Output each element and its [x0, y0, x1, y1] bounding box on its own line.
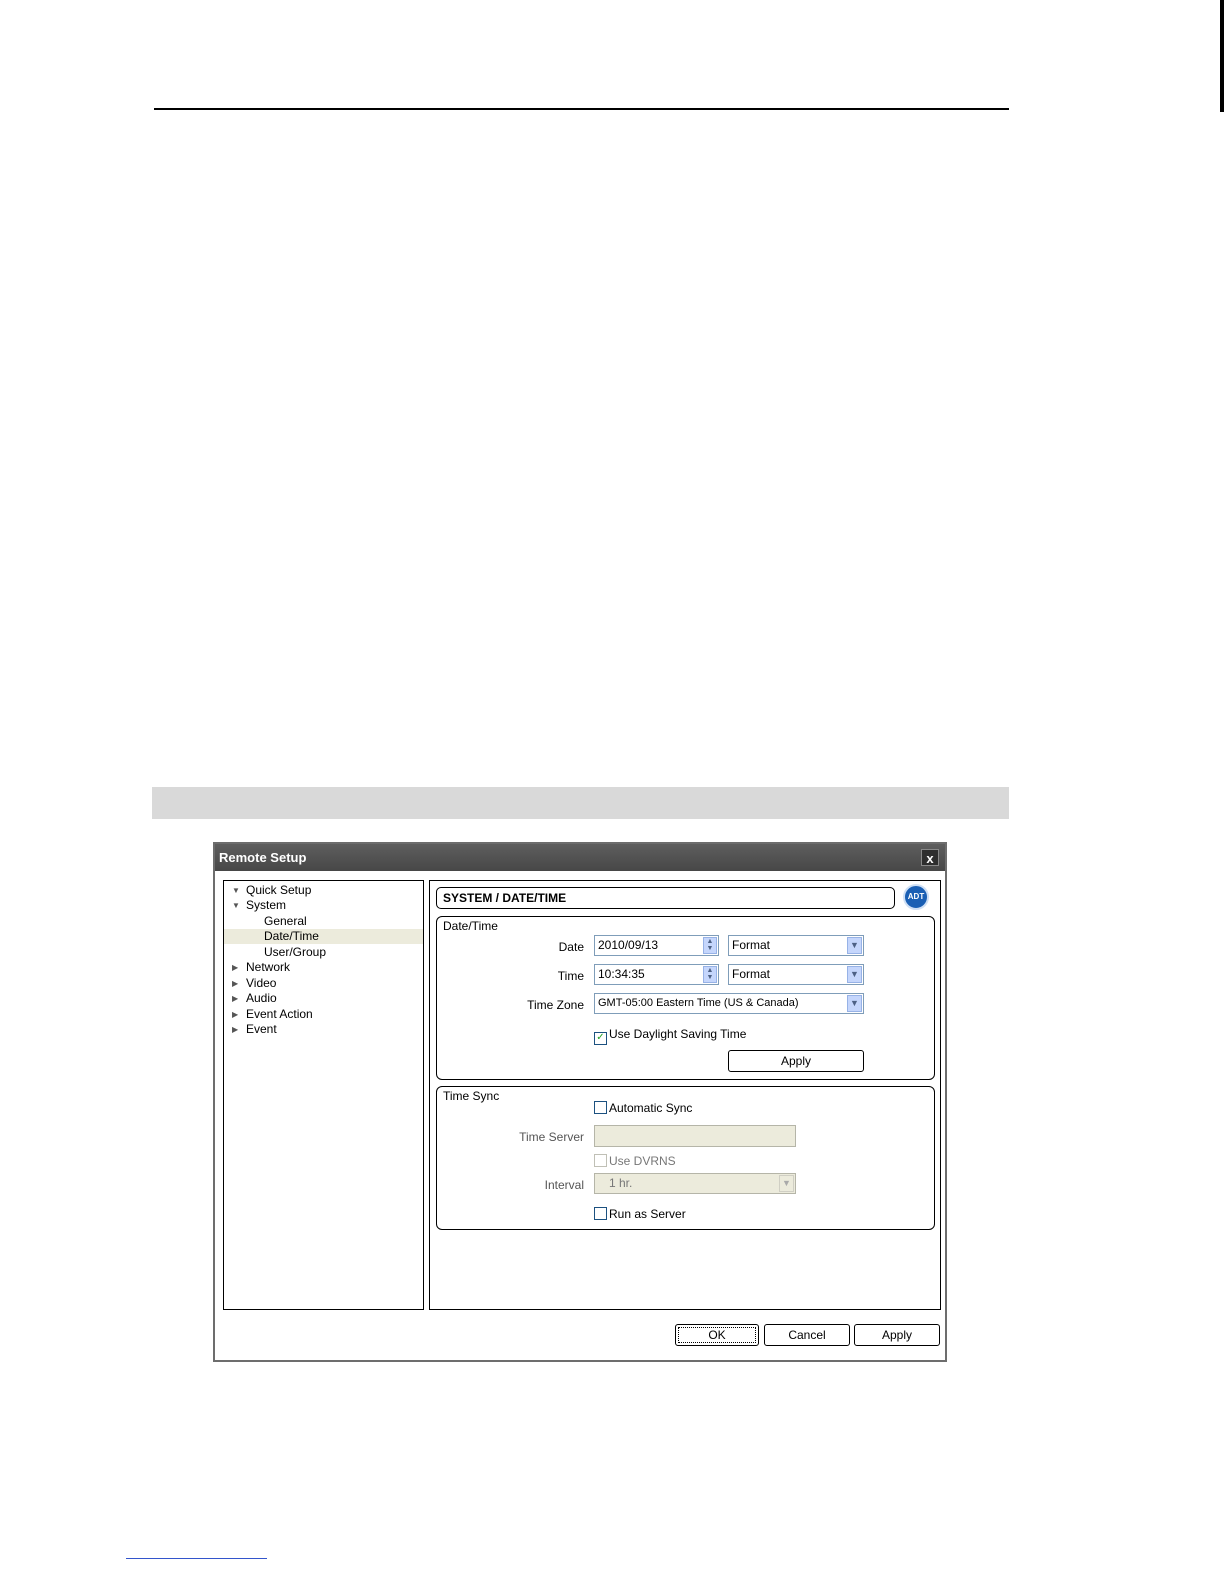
dst-checkbox[interactable]: ✓ Use Daylight Saving Time	[594, 1027, 746, 1045]
remote-setup-dialog: Remote Setup x ▼ Quick Setup ▼ System Ge…	[213, 842, 947, 1362]
page-top-rule	[154, 108, 1009, 110]
interval-label: Interval	[544, 1178, 584, 1192]
checkbox-icon[interactable]	[594, 1101, 607, 1114]
tree-item-label: Audio	[246, 991, 277, 1005]
date-field[interactable]: 2010/09/13 ▲ ▼	[594, 935, 719, 956]
adt-logo: ADT	[903, 884, 929, 910]
ok-button[interactable]: OK	[675, 1324, 759, 1346]
group-title: Time Sync	[443, 1089, 500, 1103]
tree-item-label: General	[264, 914, 307, 928]
page-title: SYSTEM / DATE/TIME	[436, 887, 895, 909]
group-title: Date/Time	[443, 919, 498, 933]
time-format-value: Format	[732, 967, 771, 981]
tree-item-label: User/Group	[264, 945, 327, 959]
run-as-server-checkbox[interactable]: Run as Server	[594, 1207, 686, 1221]
collapsed-arrow-icon[interactable]: ▶	[232, 1007, 238, 1022]
collapsed-arrow-icon[interactable]: ▶	[232, 1022, 238, 1037]
tree-item-system[interactable]: ▼ System	[224, 898, 423, 913]
chevron-down-icon[interactable]: ▼	[847, 966, 862, 983]
timezone-value: GMT-05:00 Eastern Time (US & Canada)	[598, 997, 799, 1009]
time-label: Time	[557, 969, 584, 983]
interval-value: 1 hr.	[609, 1176, 633, 1190]
tree-item-label: Video	[246, 976, 277, 990]
time-format-select[interactable]: Format ▼	[728, 964, 864, 985]
tree-item-user-group[interactable]: User/Group	[224, 945, 423, 960]
dialog-title: Remote Setup	[219, 850, 307, 865]
automatic-sync-checkbox[interactable]: Automatic Sync	[594, 1101, 692, 1115]
dst-label: Use Daylight Saving Time	[609, 1027, 747, 1041]
tree-item-event-action[interactable]: ▶ Event Action	[224, 1007, 423, 1022]
checkbox-icon[interactable]	[594, 1207, 607, 1220]
run-as-server-label: Run as Server	[609, 1207, 686, 1221]
tree-item-video[interactable]: ▶ Video	[224, 976, 423, 991]
collapsed-arrow-icon[interactable]: ▶	[232, 991, 238, 1006]
automatic-sync-label: Automatic Sync	[609, 1101, 693, 1115]
use-dvrns-checkbox[interactable]: Use DVRNS	[594, 1154, 676, 1168]
tree-item-label: Quick Setup	[246, 883, 312, 897]
tree-item-quick-setup[interactable]: ▼ Quick Setup	[224, 883, 423, 898]
apply-button[interactable]: Apply	[854, 1324, 940, 1346]
check-icon[interactable]: ✓	[594, 1032, 607, 1045]
footer-link-underline	[126, 1558, 267, 1559]
tree-item-label: System	[246, 898, 287, 912]
tree-item-general[interactable]: General	[224, 914, 423, 929]
dialog-titlebar[interactable]: Remote Setup x	[215, 844, 945, 871]
spin-icon[interactable]: ▲ ▼	[703, 937, 717, 954]
collapsed-arrow-icon[interactable]: ▶	[232, 976, 238, 991]
time-server-input[interactable]	[594, 1125, 796, 1147]
tree-item-network[interactable]: ▶ Network	[224, 960, 423, 975]
cancel-button[interactable]: Cancel	[764, 1324, 850, 1346]
tree-item-label: Date/Time	[264, 929, 319, 943]
chevron-down-icon[interactable]: ▼	[847, 995, 862, 1012]
date-format-value: Format	[732, 938, 771, 952]
date-format-select[interactable]: Format ▼	[728, 935, 864, 956]
expanded-arrow-icon[interactable]: ▼	[232, 883, 240, 898]
page-edge-bar	[1220, 0, 1224, 112]
tree-item-event[interactable]: ▶ Event	[224, 1022, 423, 1037]
timezone-select[interactable]: GMT-05:00 Eastern Time (US & Canada) ▼	[594, 993, 864, 1014]
collapsed-arrow-icon[interactable]: ▶	[232, 960, 238, 975]
time-field[interactable]: 10:34:35 ▲ ▼	[594, 964, 719, 985]
settings-tree: ▼ Quick Setup ▼ System General Date/Time…	[223, 880, 424, 1310]
tree-item-label: Event Action	[246, 1007, 313, 1021]
time-server-label: Time Server	[519, 1130, 584, 1144]
close-button[interactable]: x	[921, 849, 939, 866]
tree-item-date-time[interactable]: Date/Time	[224, 929, 423, 944]
interval-select[interactable]: 1 hr. ▼	[594, 1173, 796, 1194]
tree-item-audio[interactable]: ▶ Audio	[224, 991, 423, 1006]
date-time-group: Date/Time Date 2010/09/13 ▲ ▼ Format ▼ Ti…	[436, 916, 935, 1080]
date-value: 2010/09/13	[598, 938, 659, 952]
timezone-label: Time Zone	[527, 998, 584, 1012]
time-sync-group: Time Sync Automatic Sync Time Server Use…	[436, 1086, 935, 1230]
chevron-down-icon[interactable]: ▼	[779, 1175, 794, 1192]
section-band	[152, 787, 1009, 819]
content-panel: SYSTEM / DATE/TIME ADT Date/Time Date 20…	[429, 880, 941, 1310]
chevron-down-icon[interactable]: ▼	[847, 937, 862, 954]
tree-item-label: Event	[246, 1022, 277, 1036]
spin-icon[interactable]: ▲ ▼	[703, 966, 717, 983]
time-value: 10:34:35	[598, 967, 645, 981]
date-time-apply-button[interactable]: Apply	[728, 1050, 864, 1072]
checkbox-icon[interactable]	[594, 1154, 607, 1167]
use-dvrns-label: Use DVRNS	[609, 1154, 676, 1168]
date-label: Date	[558, 940, 584, 954]
expanded-arrow-icon[interactable]: ▼	[232, 898, 240, 913]
tree-item-label: Network	[246, 960, 291, 974]
